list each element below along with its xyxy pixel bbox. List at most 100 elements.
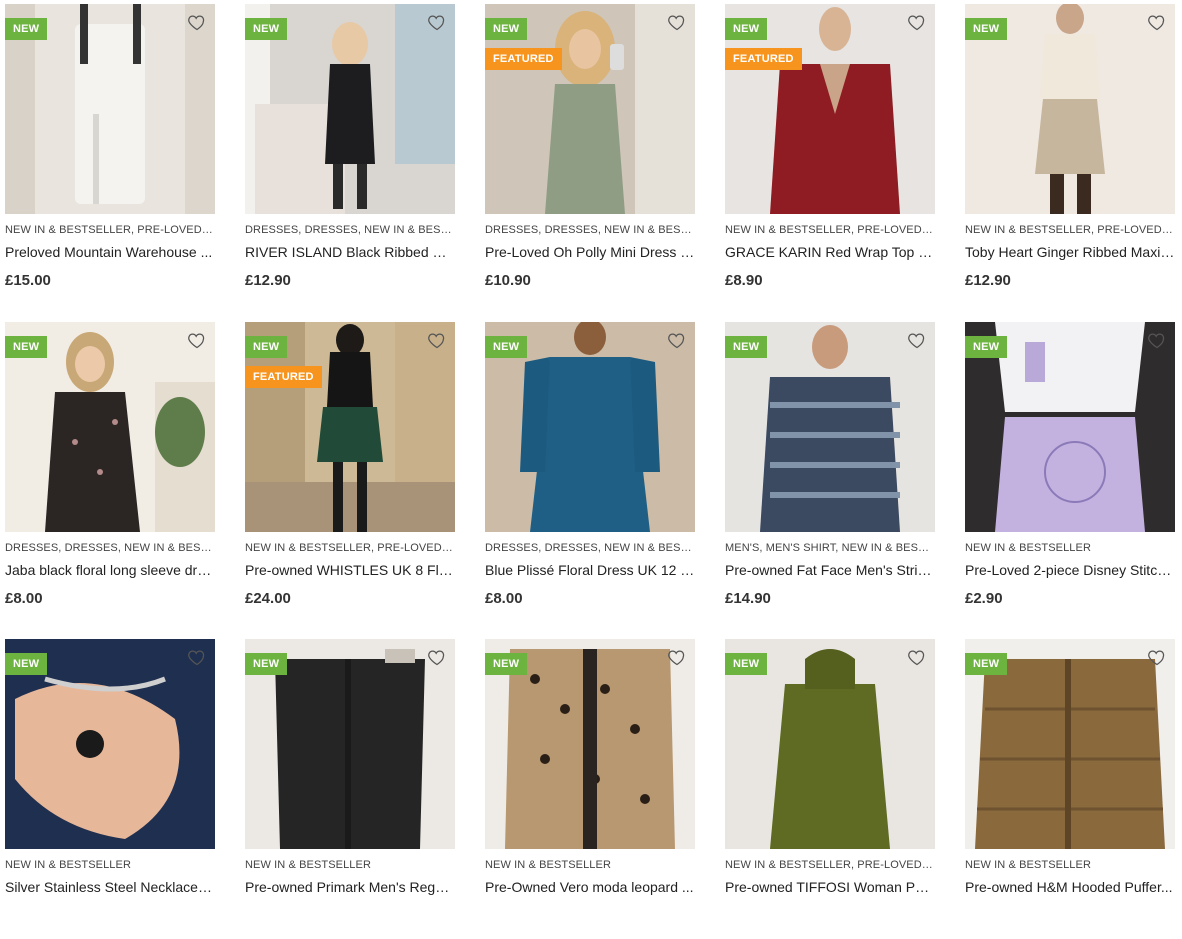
product-card: NEW NEW IN & BESTSELLER Silver Stainless…: [5, 639, 215, 939]
product-price: £10.90: [485, 272, 531, 289]
product-title[interactable]: Toby Heart Ginger Ribbed Maxi ...: [965, 244, 1175, 260]
product-image[interactable]: NEW: [965, 4, 1175, 214]
product-title[interactable]: Silver Stainless Steel Necklace – ...: [5, 879, 215, 895]
wishlist-heart-icon[interactable]: [667, 330, 687, 350]
product-card: NEW NEW IN & BESTSELLER Pre-Owned Vero m…: [485, 639, 695, 939]
product-categories[interactable]: NEW IN & BESTSELLER, PRE-LOVED, PR...: [245, 542, 455, 554]
product-title[interactable]: Pre-owned Primark Men's Regul...: [245, 879, 455, 895]
product-price: £12.90: [245, 272, 291, 289]
product-title[interactable]: Pre-owned TIFFOSI Woman Pad...: [725, 879, 935, 895]
wishlist-heart-icon[interactable]: [427, 12, 447, 32]
product-categories[interactable]: NEW IN & BESTSELLER: [485, 859, 695, 871]
new-badge: NEW: [245, 18, 288, 40]
wishlist-heart-icon[interactable]: [667, 647, 687, 667]
product-card: NEW FEATURED NEW IN & BESTSELLER, PRE-LO…: [245, 322, 455, 622]
product-grid: NEW NEW IN & BESTSELLER, PRE-LOVED, PR..…: [0, 0, 1182, 895]
wishlist-heart-icon[interactable]: [187, 330, 207, 350]
product-image[interactable]: NEW: [245, 639, 455, 849]
new-badge: NEW: [965, 336, 1008, 358]
product-categories[interactable]: NEW IN & BESTSELLER, PRE-LOVED, PR...: [965, 224, 1175, 236]
product-image[interactable]: NEW: [5, 322, 215, 532]
wishlist-heart-icon[interactable]: [907, 12, 927, 32]
product-card: NEW DRESSES, DRESSES, NEW IN & BESTSEL..…: [5, 322, 215, 622]
product-title[interactable]: RIVER ISLAND Black Ribbed Bo...: [245, 244, 455, 260]
new-badge: NEW: [965, 653, 1008, 675]
new-badge: NEW: [245, 653, 288, 675]
wishlist-heart-icon[interactable]: [427, 330, 447, 350]
new-badge: NEW: [725, 653, 768, 675]
product-categories[interactable]: NEW IN & BESTSELLER, PRE-LOVED, PR...: [725, 859, 935, 871]
product-price: £8.90: [725, 272, 763, 289]
wishlist-heart-icon[interactable]: [187, 647, 207, 667]
product-image[interactable]: NEW: [245, 4, 455, 214]
product-price: £14.90: [725, 590, 771, 607]
product-image[interactable]: NEW: [725, 322, 935, 532]
product-title[interactable]: Preloved Mountain Warehouse ...: [5, 244, 215, 260]
product-card: NEW DRESSES, DRESSES, NEW IN & BESTSEL..…: [245, 4, 455, 304]
new-badge: NEW: [5, 336, 48, 358]
new-badge: NEW: [245, 336, 288, 358]
product-categories[interactable]: MEN'S, MEN'S SHIRT, NEW IN & BESTS...: [725, 542, 935, 554]
product-card: NEW NEW IN & BESTSELLER Pre-owned Primar…: [245, 639, 455, 939]
product-card: NEW NEW IN & BESTSELLER Pre-owned H&M Ho…: [965, 639, 1175, 939]
product-title[interactable]: Jaba black floral long sleeve dres...: [5, 562, 215, 578]
product-price: £12.90: [965, 272, 1011, 289]
product-image[interactable]: NEW FEATURED: [485, 4, 695, 214]
product-price: £15.00: [5, 272, 51, 289]
product-title[interactable]: Pre-Owned Vero moda leopard ...: [485, 879, 695, 895]
product-categories[interactable]: NEW IN & BESTSELLER: [965, 542, 1175, 554]
product-card: NEW NEW IN & BESTSELLER, PRE-LOVED, PR..…: [5, 4, 215, 304]
wishlist-heart-icon[interactable]: [187, 12, 207, 32]
product-categories[interactable]: NEW IN & BESTSELLER, PRE-LOVED, PR...: [5, 224, 215, 236]
new-badge: NEW: [725, 336, 768, 358]
featured-badge: FEATURED: [245, 366, 322, 388]
product-title[interactable]: Pre-Loved Oh Polly Mini Dress U...: [485, 244, 695, 260]
wishlist-heart-icon[interactable]: [1147, 12, 1167, 32]
product-categories[interactable]: NEW IN & BESTSELLER: [965, 859, 1175, 871]
product-title[interactable]: Blue Plissé Floral Dress UK 12 1...: [485, 562, 695, 578]
product-price: £8.00: [485, 590, 523, 607]
product-categories[interactable]: NEW IN & BESTSELLER, PRE-LOVED, PR...: [725, 224, 935, 236]
product-categories[interactable]: DRESSES, DRESSES, NEW IN & BESTSEL...: [485, 224, 695, 236]
new-badge: NEW: [485, 653, 528, 675]
featured-badge: FEATURED: [725, 48, 802, 70]
product-title[interactable]: Pre-owned H&M Hooded Puffer...: [965, 879, 1175, 895]
product-price: £2.90: [965, 590, 1003, 607]
product-card: NEW DRESSES, DRESSES, NEW IN & BESTSEL..…: [485, 322, 695, 622]
wishlist-heart-icon[interactable]: [1147, 647, 1167, 667]
product-card: NEW NEW IN & BESTSELLER, PRE-LOVED, PR..…: [965, 4, 1175, 304]
product-title[interactable]: GRACE KARIN Red Wrap Top U...: [725, 244, 935, 260]
product-title[interactable]: Pre-Loved 2-piece Disney Stitch ...: [965, 562, 1175, 578]
product-title[interactable]: Pre-owned Fat Face Men's Strip...: [725, 562, 935, 578]
featured-badge: FEATURED: [485, 48, 562, 70]
product-categories[interactable]: DRESSES, DRESSES, NEW IN & BESTSEL...: [245, 224, 455, 236]
wishlist-heart-icon[interactable]: [1147, 330, 1167, 350]
new-badge: NEW: [485, 336, 528, 358]
product-categories[interactable]: NEW IN & BESTSELLER: [5, 859, 215, 871]
product-card: NEW MEN'S, MEN'S SHIRT, NEW IN & BESTS..…: [725, 322, 935, 622]
new-badge: NEW: [485, 18, 528, 40]
product-categories[interactable]: DRESSES, DRESSES, NEW IN & BESTSEL...: [5, 542, 215, 554]
wishlist-heart-icon[interactable]: [907, 647, 927, 667]
product-image[interactable]: NEW: [5, 639, 215, 849]
product-image[interactable]: NEW FEATURED: [245, 322, 455, 532]
product-card: NEW NEW IN & BESTSELLER Pre-Loved 2-piec…: [965, 322, 1175, 622]
product-image[interactable]: NEW: [965, 639, 1175, 849]
product-image[interactable]: NEW: [485, 639, 695, 849]
product-card: NEW FEATURED NEW IN & BESTSELLER, PRE-LO…: [725, 4, 935, 304]
product-image[interactable]: NEW: [965, 322, 1175, 532]
product-categories[interactable]: NEW IN & BESTSELLER: [245, 859, 455, 871]
product-title[interactable]: Pre-owned WHISTLES UK 8 Flor...: [245, 562, 455, 578]
product-price: £24.00: [245, 590, 291, 607]
wishlist-heart-icon[interactable]: [667, 12, 687, 32]
wishlist-heart-icon[interactable]: [427, 647, 447, 667]
product-image[interactable]: NEW: [5, 4, 215, 214]
product-image[interactable]: NEW: [725, 639, 935, 849]
product-image[interactable]: NEW FEATURED: [725, 4, 935, 214]
product-categories[interactable]: DRESSES, DRESSES, NEW IN & BESTSEL...: [485, 542, 695, 554]
new-badge: NEW: [725, 18, 768, 40]
product-image[interactable]: NEW: [485, 322, 695, 532]
new-badge: NEW: [5, 653, 48, 675]
product-card: NEW NEW IN & BESTSELLER, PRE-LOVED, PR..…: [725, 639, 935, 939]
wishlist-heart-icon[interactable]: [907, 330, 927, 350]
